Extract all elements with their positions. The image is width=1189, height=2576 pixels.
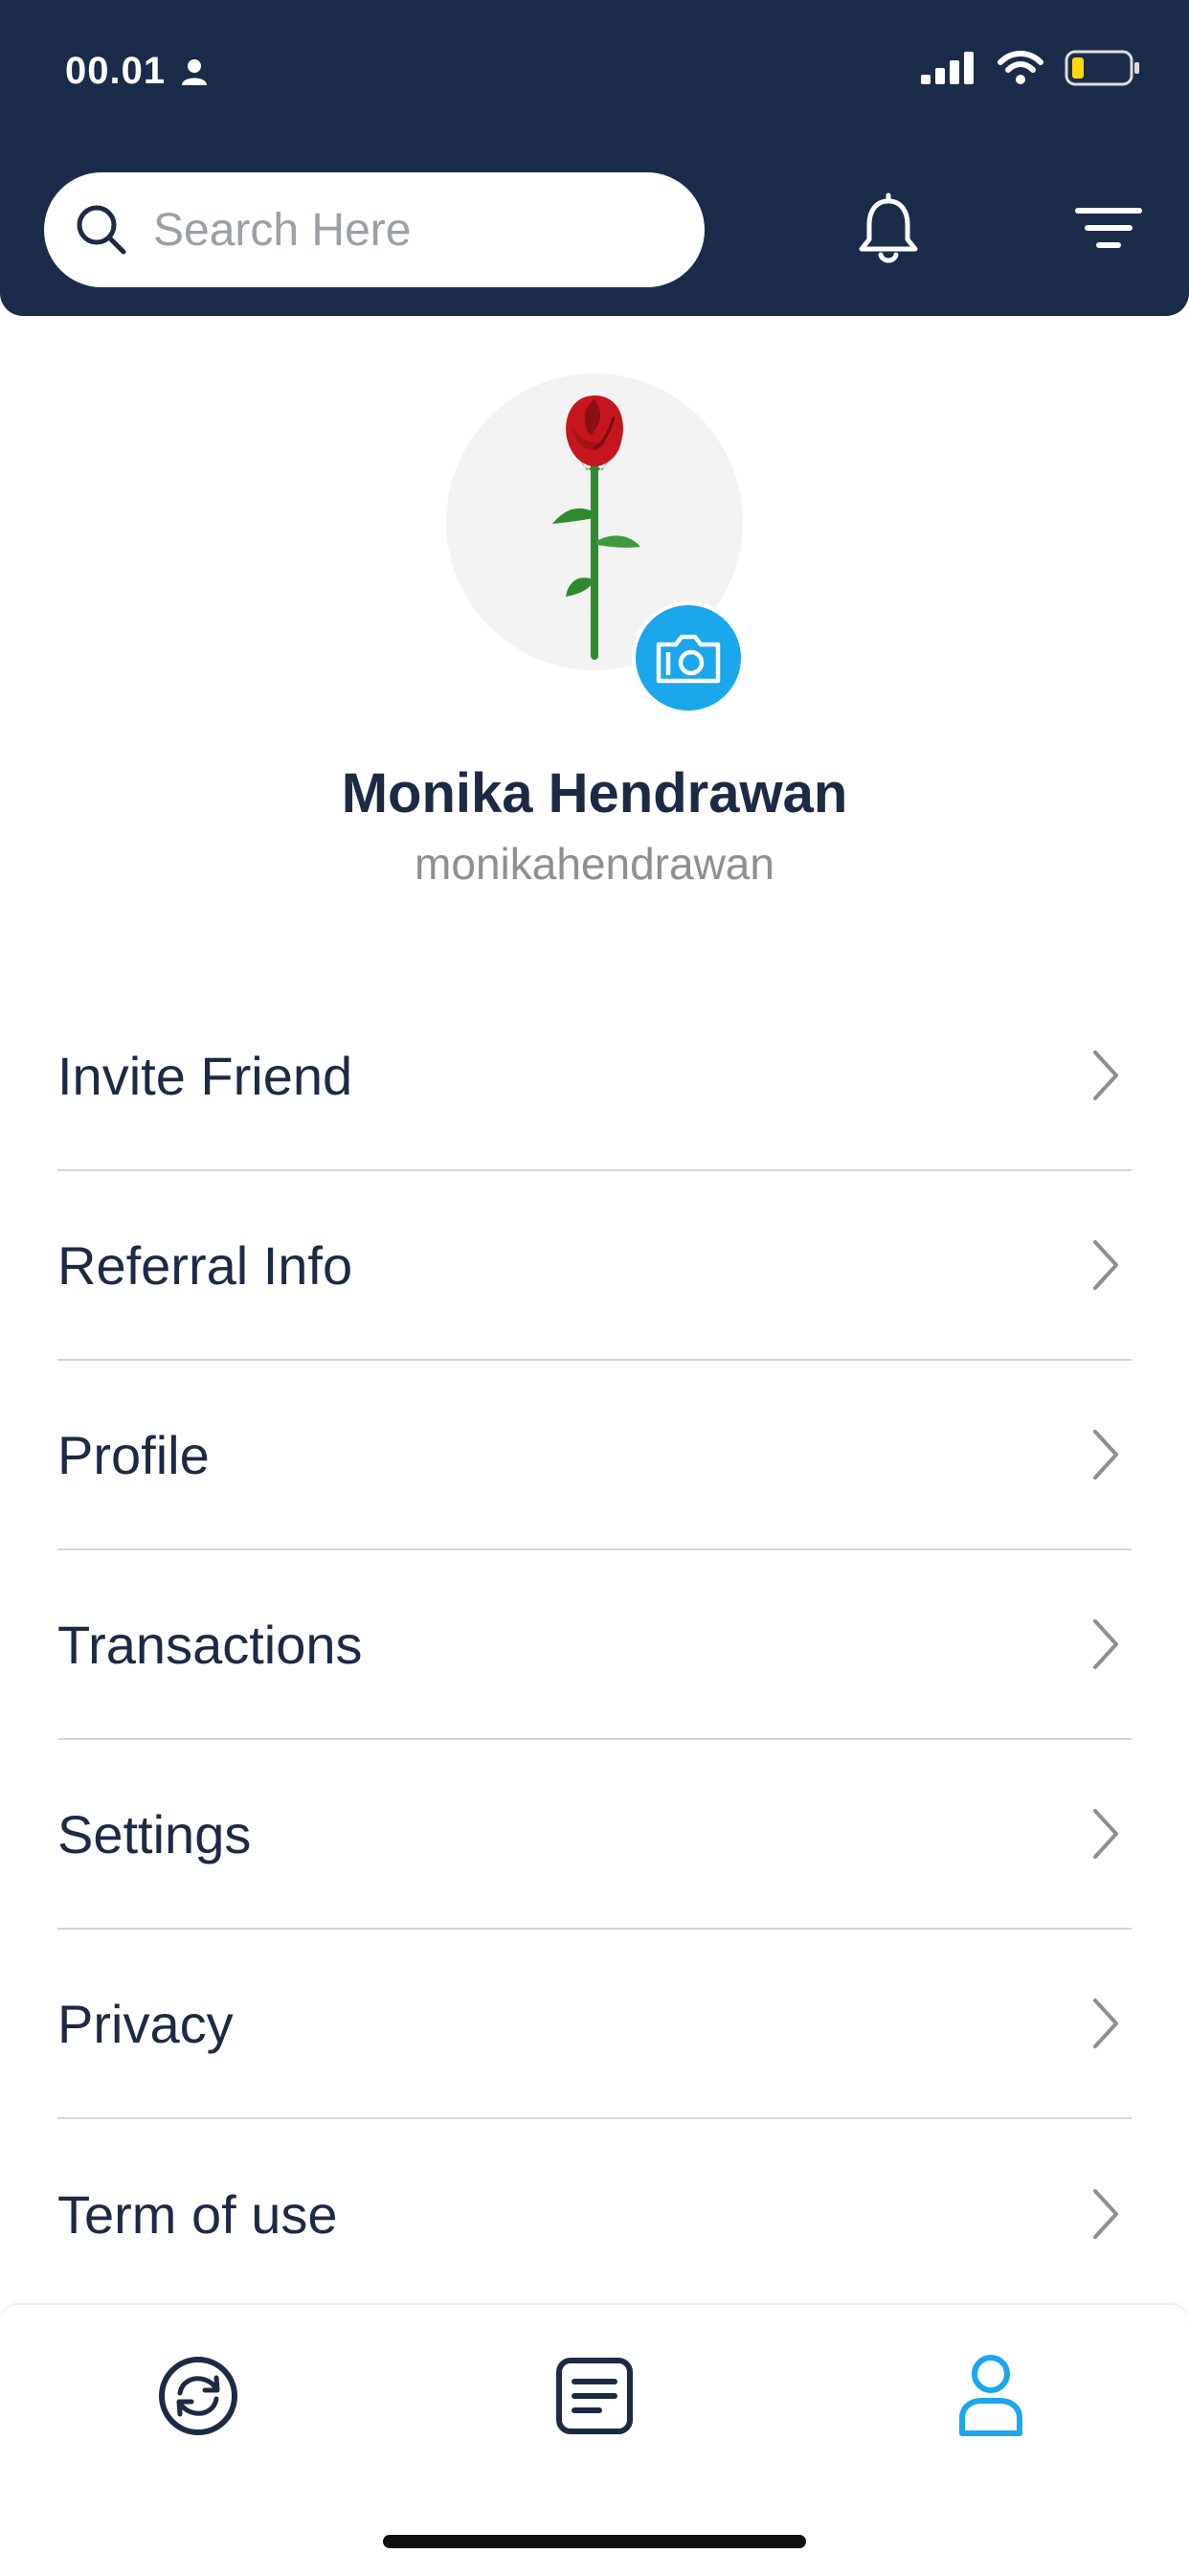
menu-item-label: Invite Friend (57, 1045, 353, 1106)
tab-sync[interactable] (155, 2353, 241, 2439)
profile-username: monikahendrawan (415, 839, 774, 889)
profile-name: Monika Hendrawan (341, 762, 848, 825)
chevron-right-icon (1093, 1999, 1118, 2048)
menu-item-label: Privacy (57, 1993, 234, 2054)
menu-item-label: Referral Info (57, 1234, 353, 1296)
bell-icon[interactable] (850, 192, 927, 268)
tab-list[interactable] (551, 2353, 638, 2439)
status-time-label: 00.01 (65, 50, 167, 92)
search-input[interactable] (151, 202, 691, 258)
wifi-icon (998, 51, 1043, 84)
menu-item-transactions[interactable]: Transactions (57, 1550, 1132, 1740)
menu-item-referral-info[interactable]: Referral Info (57, 1171, 1132, 1361)
chevron-right-icon (1093, 2189, 1118, 2239)
user-icon (959, 2355, 1022, 2436)
status-time: 00.01 (65, 50, 210, 93)
sync-icon (159, 2357, 237, 2435)
menu-list: Invite Friend Referral Info Profile Tran… (57, 982, 1132, 2309)
change-photo-button[interactable] (632, 601, 745, 714)
menu-item-label: Profile (57, 1424, 210, 1485)
menu-item-invite-friend[interactable]: Invite Friend (57, 982, 1132, 1171)
menu-item-label: Settings (57, 1803, 252, 1864)
header: 00.01 (0, 0, 1189, 316)
search-bar[interactable] (44, 172, 705, 287)
menu-item-term-of-use[interactable]: Term of use (57, 2119, 1132, 2309)
chevron-right-icon (1093, 1619, 1118, 1669)
search-icon (73, 201, 130, 259)
chevron-right-icon (1093, 1430, 1118, 1480)
chevron-right-icon (1093, 1809, 1118, 1859)
filter-icon[interactable] (1070, 201, 1147, 259)
menu-item-profile[interactable]: Profile (57, 1361, 1132, 1550)
signal-icon (921, 52, 974, 84)
chevron-right-icon (1093, 1051, 1118, 1100)
person-icon (182, 58, 208, 85)
home-indicator (383, 2535, 806, 2548)
battery-icon (1065, 50, 1139, 86)
list-icon (556, 2358, 633, 2434)
menu-item-privacy[interactable]: Privacy (57, 1930, 1132, 2119)
menu-item-label: Term of use (57, 2183, 338, 2245)
chevron-right-icon (1093, 1240, 1118, 1290)
camera-icon (656, 634, 721, 684)
avatar-section (446, 373, 745, 714)
tab-profile[interactable] (948, 2353, 1034, 2439)
status-icons (921, 50, 1141, 86)
menu-item-settings[interactable]: Settings (57, 1740, 1132, 1930)
menu-item-label: Transactions (57, 1614, 363, 1675)
